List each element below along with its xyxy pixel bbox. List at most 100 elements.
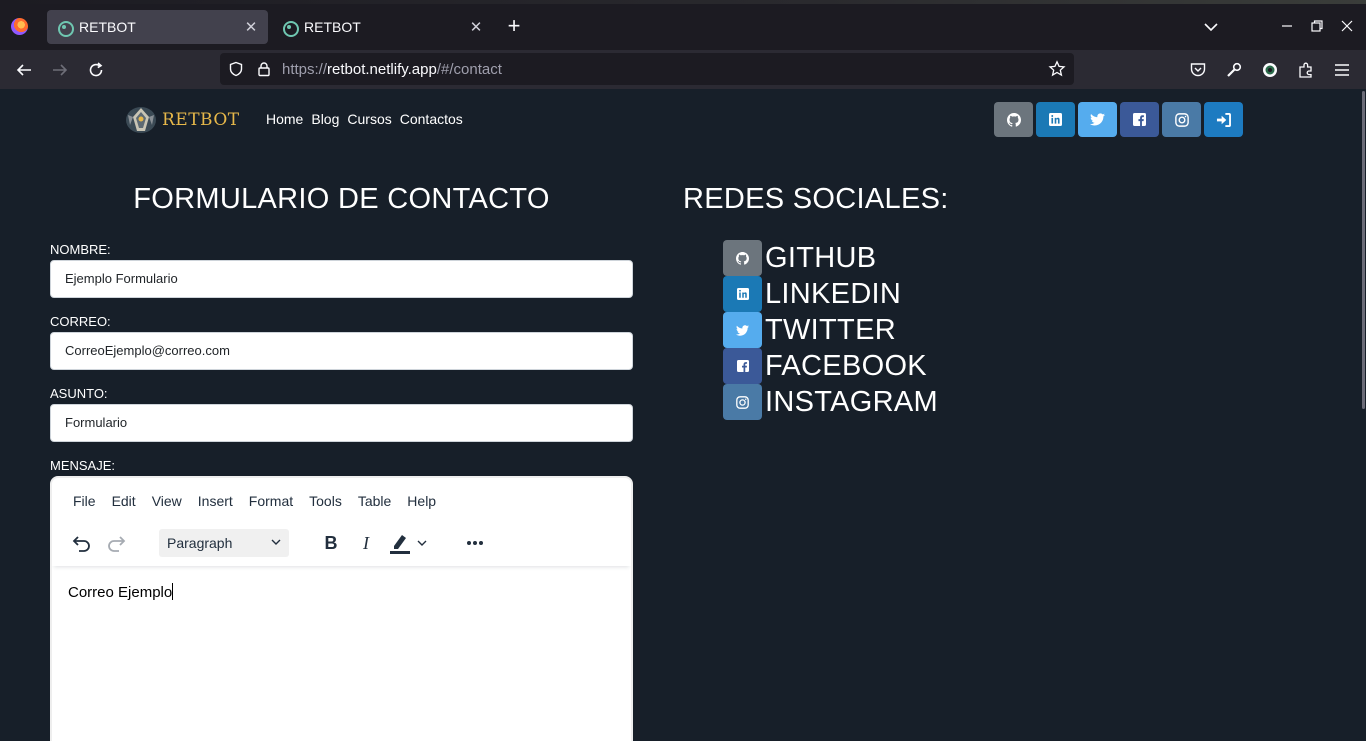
editor-content-text: Correo Ejemplo: [68, 584, 173, 601]
editor-menu-file[interactable]: File: [73, 493, 96, 509]
close-tab-icon[interactable]: ✕: [465, 16, 487, 38]
editor-menu-format[interactable]: Format: [249, 493, 293, 509]
block-format-value: Paragraph: [167, 535, 233, 551]
extension-badge-icon[interactable]: [1258, 58, 1282, 82]
browser-tab-bar: RETBOT ✕ RETBOT ✕ +: [0, 0, 1366, 50]
bold-icon[interactable]: B: [319, 531, 343, 555]
github-button[interactable]: [994, 102, 1033, 137]
tab-title: RETBOT: [79, 19, 136, 35]
nav-link-home[interactable]: Home: [266, 111, 303, 127]
header-social-buttons: [994, 102, 1243, 137]
editor-menu-edit[interactable]: Edit: [112, 493, 136, 509]
tab-bar-accent: [0, 0, 1366, 4]
chevron-down-icon: [271, 529, 281, 566]
wrench-icon[interactable]: [1222, 58, 1246, 82]
form-title: FORMULARIO DE CONTACTO: [133, 183, 550, 215]
editor-menubar: File Edit View Insert Format Tools Table…: [52, 478, 631, 524]
linkedin-icon: [723, 276, 762, 312]
twitter-icon: [1090, 113, 1105, 126]
page-content: RETBOT Home Blog Cursos Contactos FORMUL…: [0, 89, 1360, 741]
nombre-input[interactable]: Ejemplo Formulario: [50, 260, 633, 298]
robot-logo-icon: [124, 105, 158, 135]
hamburger-menu-icon[interactable]: [1330, 58, 1354, 82]
social-label-github: GITHUB: [765, 241, 877, 274]
tab-favicon-icon: [282, 20, 299, 37]
logo-text: RETBOT: [162, 110, 240, 130]
editor-menu-tools[interactable]: Tools: [309, 493, 342, 509]
social-label-instagram: INSTAGRAM: [765, 385, 938, 418]
main-nav: Home Blog Cursos Contactos: [266, 111, 463, 127]
browser-navigation-bar: https://retbot.netlify.app/#/contact: [0, 50, 1366, 89]
nav-link-blog[interactable]: Blog: [311, 111, 339, 127]
social-title: REDES SOCIALES:: [683, 183, 949, 215]
lock-icon[interactable]: [256, 61, 272, 82]
social-label-facebook: FACEBOOK: [765, 349, 927, 382]
bookmark-star-icon[interactable]: [1048, 60, 1066, 83]
mensaje-label: MENSAJE:: [50, 458, 116, 473]
scrollbar-thumb[interactable]: [1362, 91, 1365, 409]
facebook-icon: [1133, 113, 1146, 126]
highlight-color-icon[interactable]: [388, 531, 412, 555]
editor-menu-insert[interactable]: Insert: [198, 493, 233, 509]
linkedin-button[interactable]: [1036, 102, 1075, 137]
asunto-input[interactable]: Formulario: [50, 404, 633, 442]
forward-arrow-icon[interactable]: [48, 58, 72, 82]
message-rich-text-editor: File Edit View Insert Format Tools Table…: [50, 476, 633, 741]
twitter-icon: [723, 312, 762, 348]
browser-tab-2[interactable]: RETBOT ✕: [272, 10, 493, 44]
sign-in-icon: [1216, 112, 1231, 127]
editor-content-area[interactable]: Correo Ejemplo: [68, 583, 174, 601]
editor-menu-table[interactable]: Table: [358, 493, 391, 509]
more-options-icon[interactable]: [463, 531, 487, 555]
linkedin-icon: [1049, 113, 1062, 126]
social-link-twitter[interactable]: TWITTER: [723, 312, 938, 348]
editor-toolbar: Paragraph B I: [52, 524, 631, 566]
reload-icon[interactable]: [84, 58, 108, 82]
social-link-instagram[interactable]: INSTAGRAM: [723, 384, 938, 420]
twitter-button[interactable]: [1078, 102, 1117, 137]
editor-menu-view[interactable]: View: [152, 493, 182, 509]
restore-window-icon[interactable]: [1305, 14, 1329, 38]
text-caret: [172, 583, 174, 600]
nav-link-cursos[interactable]: Cursos: [347, 111, 391, 127]
asunto-label: ASUNTO:: [50, 386, 108, 401]
browser-tab-1[interactable]: RETBOT ✕: [47, 10, 268, 44]
correo-label: CORREO:: [50, 314, 111, 329]
correo-input[interactable]: CorreoEjemplo@correo.com: [50, 332, 633, 370]
tab-favicon-icon: [57, 20, 74, 37]
github-icon: [723, 240, 762, 276]
italic-icon[interactable]: I: [354, 531, 378, 555]
tab-title: RETBOT: [304, 19, 361, 35]
redo-icon[interactable]: [105, 531, 129, 555]
url-text[interactable]: https://retbot.netlify.app/#/contact: [282, 61, 502, 78]
instagram-button[interactable]: [1162, 102, 1201, 137]
social-link-linkedin[interactable]: LINKEDIN: [723, 276, 938, 312]
extensions-puzzle-icon[interactable]: [1294, 58, 1318, 82]
highlight-chevron-down-icon[interactable]: [414, 531, 430, 555]
editor-menu-help[interactable]: Help: [407, 493, 436, 509]
list-all-tabs-icon[interactable]: [1200, 17, 1222, 37]
facebook-button[interactable]: [1120, 102, 1159, 137]
instagram-icon: [723, 384, 762, 420]
social-links-list: GITHUB LINKEDIN TWITTER FACEBOOK INSTAGR…: [723, 240, 938, 420]
minimize-window-icon[interactable]: [1275, 14, 1299, 38]
block-format-select[interactable]: Paragraph: [159, 529, 289, 557]
pocket-icon[interactable]: [1186, 58, 1210, 82]
firefox-view-icon[interactable]: [11, 18, 28, 35]
shield-icon[interactable]: [228, 61, 244, 82]
address-bar[interactable]: https://retbot.netlify.app/#/contact: [220, 53, 1074, 85]
close-window-icon[interactable]: [1335, 14, 1359, 38]
social-label-twitter: TWITTER: [765, 313, 896, 346]
close-tab-icon[interactable]: ✕: [240, 16, 262, 38]
social-link-facebook[interactable]: FACEBOOK: [723, 348, 938, 384]
facebook-icon: [723, 348, 762, 384]
site-logo[interactable]: RETBOT: [124, 105, 240, 135]
login-button[interactable]: [1204, 102, 1243, 137]
page-scrollbar[interactable]: [1360, 89, 1366, 741]
new-tab-button[interactable]: +: [503, 15, 525, 38]
social-link-github[interactable]: GITHUB: [723, 240, 938, 276]
undo-icon[interactable]: [69, 531, 93, 555]
github-icon: [1006, 112, 1021, 127]
nav-link-contactos[interactable]: Contactos: [400, 111, 463, 127]
back-arrow-icon[interactable]: [12, 58, 36, 82]
